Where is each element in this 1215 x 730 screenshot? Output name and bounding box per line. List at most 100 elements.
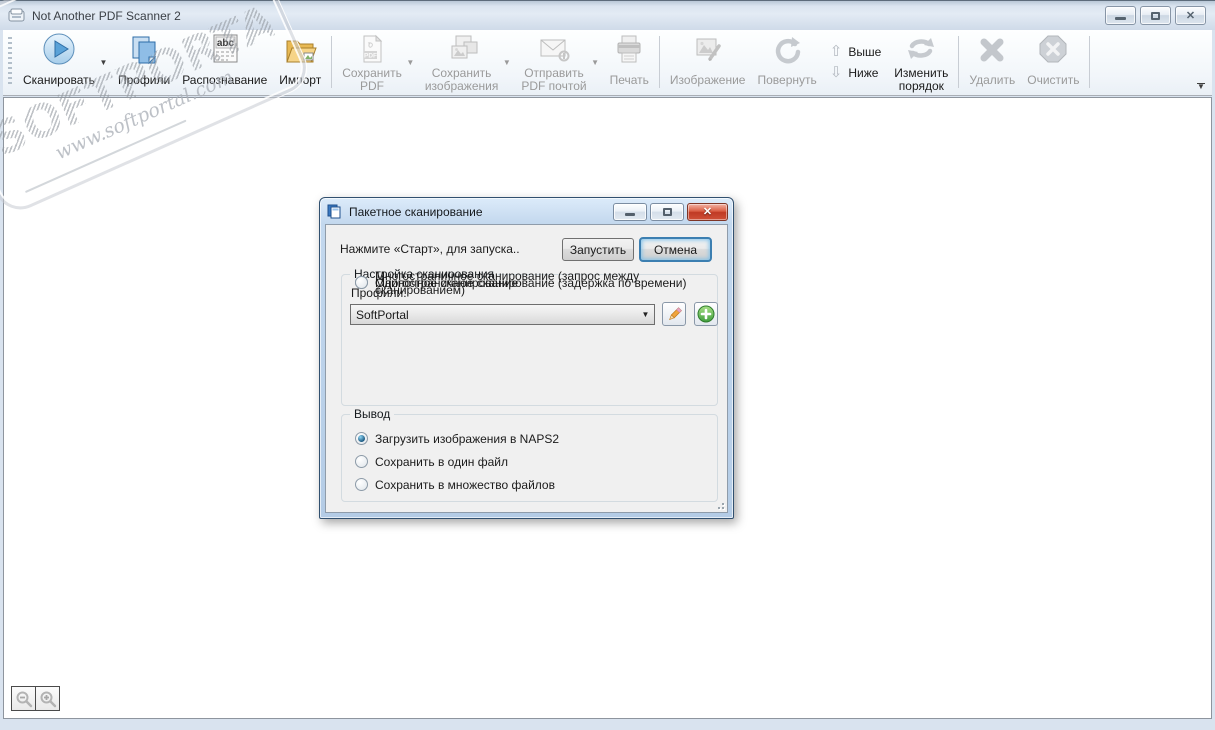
dialog-titlebar[interactable]: Пакетное сканирование ✕ xyxy=(320,198,733,224)
svg-text:PDF: PDF xyxy=(364,53,377,60)
radio-save-multiple-files[interactable]: Сохранить в множество файлов xyxy=(355,477,555,492)
delete-button[interactable]: Удалить xyxy=(963,32,1021,92)
profiles-icon xyxy=(127,31,161,67)
radio-save-single-file[interactable]: Сохранить в один файл xyxy=(355,454,508,469)
move-up-button[interactable]: ⇧ Выше xyxy=(830,44,882,59)
move-up-label: Выше xyxy=(848,44,882,59)
delete-label: Удалить xyxy=(969,72,1016,87)
radio-label: Сохранить в один файл xyxy=(375,454,509,469)
import-label: Импорт xyxy=(279,72,322,87)
radio-load-into-naps2[interactable]: Загрузить изображения в NAPS2 xyxy=(355,431,559,446)
radio-icon xyxy=(355,276,368,289)
save-images-dropdown-icon[interactable]: ▼ xyxy=(501,58,512,67)
batch-scan-dialog: Пакетное сканирование ✕ Нажмите «Старт»,… xyxy=(319,197,734,519)
save-images-button[interactable]: Сохранить изображения ▼ xyxy=(419,31,516,93)
email-pdf-button[interactable]: Отправить PDF почтой ▼ xyxy=(515,32,603,93)
scan-play-icon xyxy=(41,31,77,67)
profile-select[interactable]: SoftPortal ▼ xyxy=(350,304,655,325)
main-toolbar: Сканировать ▼ Профили abc Распознавание … xyxy=(3,30,1212,96)
print-icon xyxy=(612,31,646,67)
dialog-minimize-icon xyxy=(625,213,635,216)
rotate-label: Повернуть xyxy=(757,72,817,87)
zoom-in-button[interactable] xyxy=(35,686,60,711)
close-button[interactable]: ✕ xyxy=(1175,6,1206,25)
scan-dropdown-icon[interactable]: ▼ xyxy=(98,58,109,67)
import-folder-icon xyxy=(282,31,318,67)
toolbar-grip[interactable] xyxy=(8,37,12,86)
clear-button[interactable]: Очистить xyxy=(1021,32,1085,92)
add-profile-button[interactable] xyxy=(694,302,718,326)
close-icon: ✕ xyxy=(1185,10,1196,22)
email-pdf-label2: PDF почтой xyxy=(521,79,587,93)
dialog-close-icon: ✕ xyxy=(702,206,713,218)
combo-dropdown-icon: ▼ xyxy=(641,310,650,319)
window-controls: ✕ xyxy=(1105,6,1206,25)
plus-icon xyxy=(697,305,715,323)
minimize-button[interactable] xyxy=(1105,6,1136,25)
save-pdf-dropdown-icon[interactable]: ▼ xyxy=(405,58,416,67)
import-button[interactable]: Импорт xyxy=(273,32,327,92)
magnifier-plus-icon xyxy=(40,691,56,707)
dialog-minimize-button[interactable] xyxy=(613,202,647,221)
scan-settings-group: Настройка сканирования Профили: SoftPort… xyxy=(341,267,718,406)
profiles-button[interactable]: Профили xyxy=(112,32,176,92)
save-pdf-label2: PDF xyxy=(360,79,385,93)
dialog-window-controls: ✕ xyxy=(613,202,728,221)
image-button[interactable]: Изображение xyxy=(664,32,752,92)
output-group: Вывод Загрузить изображения в NAPS2 Сохр… xyxy=(341,407,718,502)
maximize-button[interactable] xyxy=(1140,6,1171,25)
toolbar-separator xyxy=(958,36,960,88)
toolbar-separator xyxy=(331,36,333,88)
profiles-label: Профили xyxy=(117,72,171,87)
cancel-button[interactable]: Отмена xyxy=(639,237,712,262)
app-window: { "window": { "title": "Not Another PDF … xyxy=(0,0,1215,730)
clear-label: Очистить xyxy=(1027,72,1080,87)
delete-x-icon xyxy=(975,31,1009,67)
dialog-title: Пакетное сканирование xyxy=(349,204,483,219)
output-title: Вывод xyxy=(350,407,395,421)
toolbar-separator xyxy=(1089,36,1091,88)
scan-button[interactable]: Сканировать ▼ xyxy=(17,32,112,92)
dialog-body: Нажмите «Старт», для запуска.. Запустить… xyxy=(325,224,728,513)
zoom-controls xyxy=(11,686,60,711)
radio-label: Сохранить в множество файлов xyxy=(375,477,555,492)
ocr-button[interactable]: abc Распознавание xyxy=(176,32,273,92)
app-icon xyxy=(8,8,25,22)
svg-text:abc: abc xyxy=(217,38,235,49)
edit-profile-button[interactable] xyxy=(662,302,686,326)
overflow-caret-icon: ▼ xyxy=(1197,82,1205,91)
dialog-close-button[interactable]: ✕ xyxy=(687,202,728,221)
email-pdf-dropdown-icon[interactable]: ▼ xyxy=(590,58,601,67)
move-updown-group: ⇧ Выше ⇩ Ниже xyxy=(823,32,889,92)
image-label: Изображение xyxy=(669,72,746,87)
ocr-abc-icon: abc xyxy=(208,31,242,67)
minimize-icon xyxy=(1115,17,1126,20)
radio-multi-scan-delay[interactable]: Многостраничное сканирование (задержка п… xyxy=(355,275,686,290)
dialog-maximize-button[interactable] xyxy=(650,202,684,221)
window-titlebar: Not Another PDF Scanner 2 xyxy=(0,0,1215,30)
radio-icon xyxy=(355,478,368,491)
radio-label: Многостраничное сканирование (задержка п… xyxy=(375,275,687,290)
print-button[interactable]: Печать xyxy=(604,32,655,92)
dialog-restore-icon xyxy=(662,207,672,216)
print-label: Печать xyxy=(609,72,649,87)
toolbar-overflow-button[interactable]: ▼ xyxy=(1195,82,1207,91)
move-down-label: Ниже xyxy=(848,65,879,80)
save-pdf-button[interactable]: PDF Сохранить PDF ▼ xyxy=(336,32,419,93)
save-images-icon xyxy=(444,31,480,67)
start-button[interactable]: Запустить xyxy=(562,238,634,261)
magnifier-minus-icon xyxy=(16,691,32,707)
dialog-status-text: Нажмите «Старт», для запуска.. xyxy=(340,242,520,256)
window-title: Not Another PDF Scanner 2 xyxy=(32,8,181,23)
zoom-out-button[interactable] xyxy=(11,686,36,711)
toolbar-separator xyxy=(658,36,660,88)
dialog-resize-grip[interactable] xyxy=(714,499,724,509)
reorder-button[interactable]: Изменить порядок xyxy=(888,31,954,93)
move-down-button[interactable]: ⇩ Ниже xyxy=(829,63,882,81)
dialog-pages-icon xyxy=(327,204,341,219)
clear-icon xyxy=(1036,31,1070,67)
reorder-icon xyxy=(903,31,939,67)
rotate-button[interactable]: Повернуть xyxy=(751,32,822,92)
arrow-down-icon: ⇩ xyxy=(829,63,843,81)
pencil-icon xyxy=(668,306,682,320)
